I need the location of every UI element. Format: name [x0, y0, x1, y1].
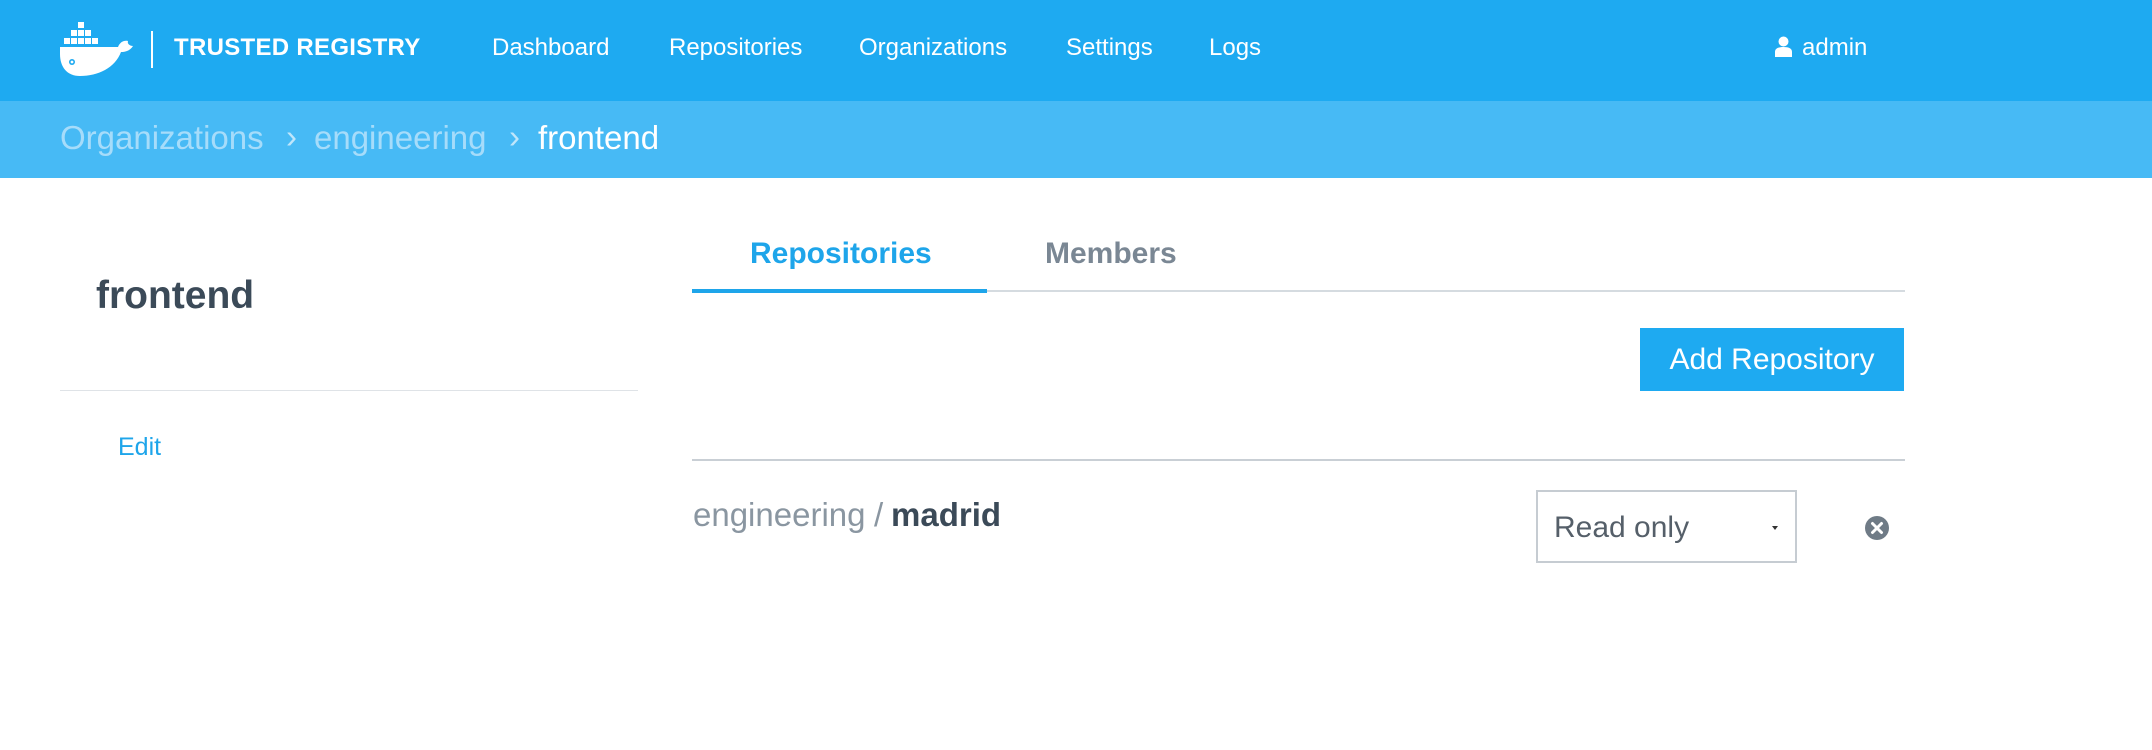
breadcrumb-organizations[interactable]: Organizations	[60, 119, 264, 157]
user-menu[interactable]: admin	[1775, 34, 1867, 62]
nav-repositories[interactable]: Repositories	[669, 34, 802, 62]
nav-organizations[interactable]: Organizations	[859, 34, 1007, 62]
add-repository-button[interactable]: Add Repository	[1640, 328, 1904, 391]
sidebar-divider	[60, 390, 638, 391]
repo-name[interactable]: madrid	[891, 496, 1001, 534]
nav-settings[interactable]: Settings	[1066, 34, 1153, 62]
edit-link[interactable]: Edit	[118, 433, 161, 462]
tab-members[interactable]: Members	[1045, 237, 1177, 271]
docker-whale-icon[interactable]	[58, 22, 133, 78]
repo-namespace: engineering	[693, 496, 866, 533]
user-name: admin	[1802, 34, 1868, 61]
brand-divider	[151, 31, 153, 68]
remove-circle-icon[interactable]	[1865, 516, 1889, 540]
breadcrumb-frontend: frontend	[538, 119, 660, 156]
nav-logs[interactable]: Logs	[1209, 34, 1261, 62]
user-icon	[1775, 36, 1792, 57]
breadcrumb-separator: ›	[509, 118, 520, 155]
repo-separator: /	[874, 496, 884, 533]
brand-title[interactable]: TRUSTED REGISTRY	[174, 34, 421, 62]
top-navbar: TRUSTED REGISTRY Dashboard Repositories …	[0, 0, 2152, 101]
permission-value: Read only	[1554, 511, 1690, 544]
nav-dashboard[interactable]: Dashboard	[492, 34, 609, 62]
chevron-down-icon	[1772, 526, 1778, 530]
breadcrumb-engineering[interactable]: engineering	[314, 119, 486, 157]
list-divider	[692, 459, 1905, 461]
active-tab-indicator	[692, 289, 987, 293]
breadcrumb-separator: ›	[286, 118, 297, 155]
permission-select[interactable]: Read only	[1536, 490, 1797, 563]
tab-repositories[interactable]: Repositories	[750, 237, 932, 271]
page-title: frontend	[96, 274, 255, 317]
